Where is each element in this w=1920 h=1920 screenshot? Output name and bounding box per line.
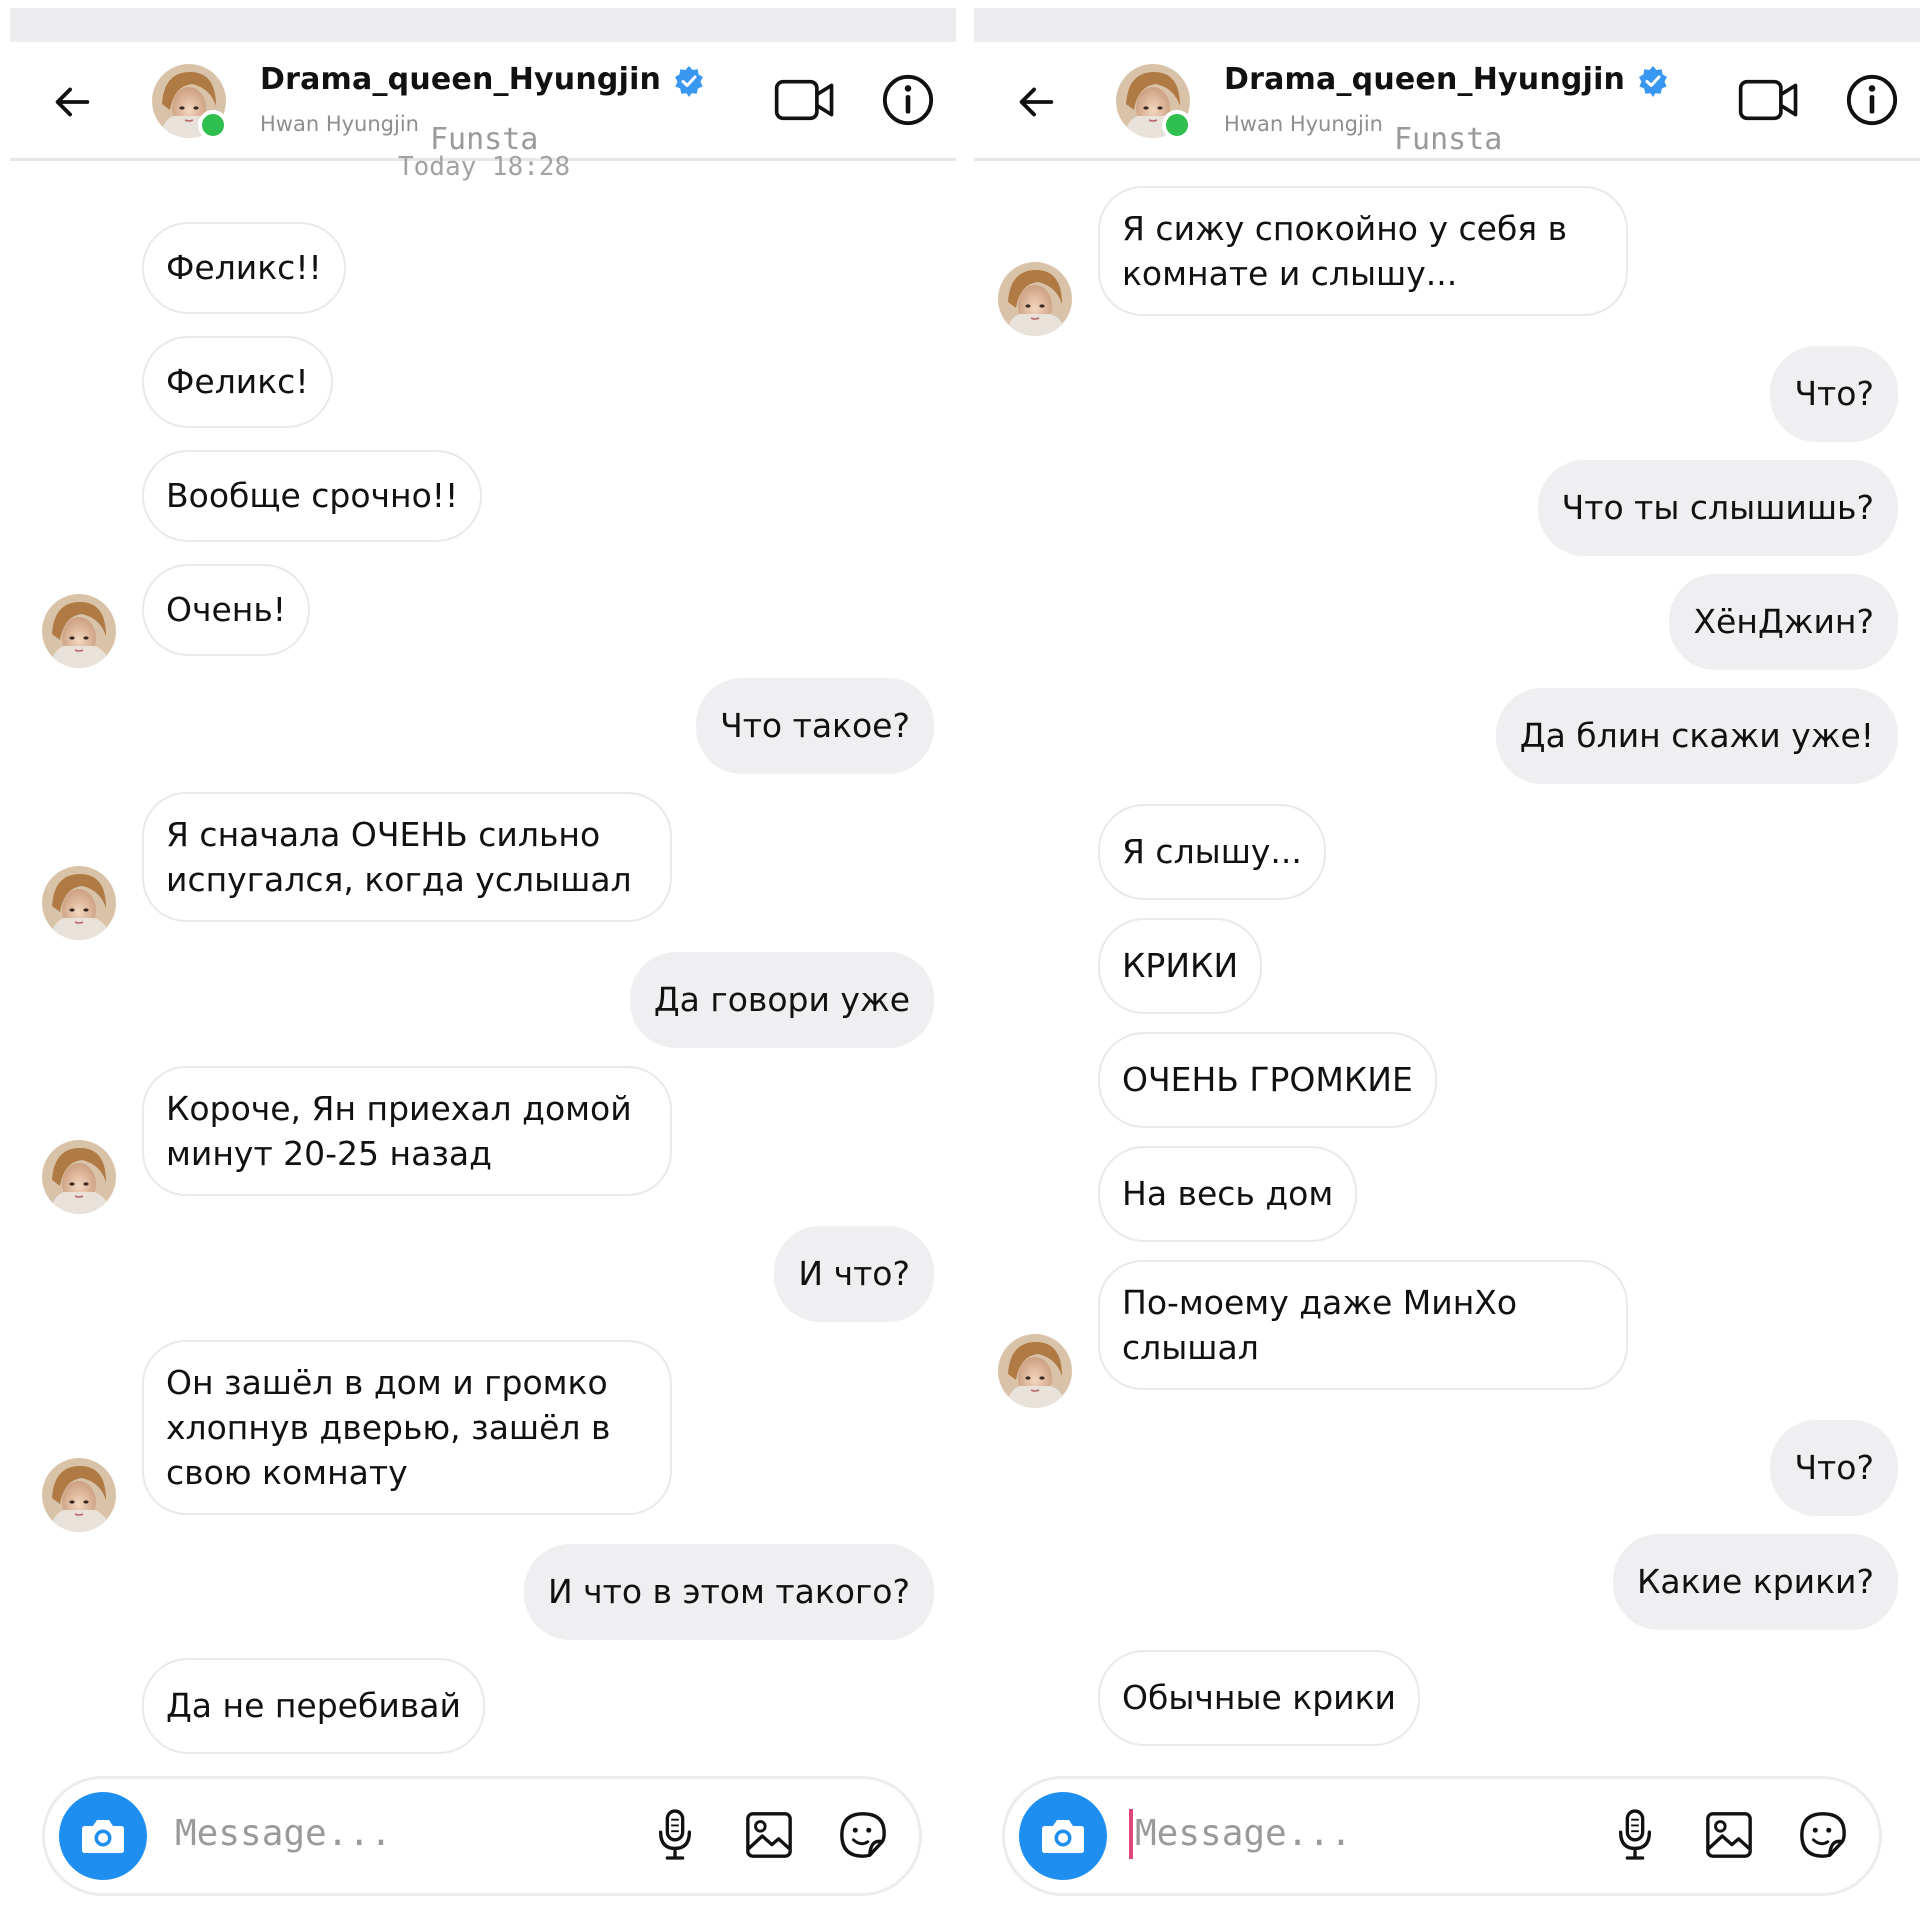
chat-header: Drama_queen_Hyungjin Hwan Hyungjin Funst… <box>974 42 1920 161</box>
message-bubble-incoming[interactable]: Да не перебивай <box>142 1658 485 1754</box>
microphone-icon[interactable] <box>645 1805 705 1865</box>
message-timestamp: Today 18:28 <box>398 152 571 182</box>
camera-icon[interactable] <box>1019 1792 1107 1880</box>
chat-header: Drama_queen_Hyungjin Hwan Hyungjin Funst… <box>10 42 956 161</box>
sender-avatar[interactable] <box>42 1458 116 1532</box>
sender-avatar[interactable] <box>998 1334 1072 1408</box>
message-bubble-outgoing[interactable]: Да блин скажи уже! <box>1495 688 1898 784</box>
sticker-icon[interactable] <box>1793 1805 1853 1865</box>
text-cursor <box>1129 1809 1133 1859</box>
message-bubble-incoming[interactable]: Я сижу спокойно у себя в комнате и слышу… <box>1098 186 1628 316</box>
online-status-dot <box>198 110 228 140</box>
message-bubble-incoming[interactable]: По-моему даже МинХо слышал <box>1098 1260 1628 1390</box>
sender-avatar[interactable] <box>42 1140 116 1214</box>
gallery-icon[interactable] <box>1699 1805 1759 1865</box>
message-bubble-outgoing[interactable]: Что ты слышишь? <box>1537 460 1898 556</box>
message-bubble-incoming[interactable]: Очень! <box>142 564 311 656</box>
message-input[interactable]: Message... <box>175 1813 392 1854</box>
chat-username[interactable]: Drama_queen_Hyungjin <box>1224 62 1669 97</box>
message-bubble-outgoing[interactable]: И что? <box>774 1226 934 1322</box>
message-bubble-incoming[interactable]: Феликс! <box>142 336 333 428</box>
message-input[interactable]: Message... <box>1135 1813 1352 1854</box>
account-tag: Funsta <box>1394 122 1503 157</box>
message-bubble-incoming[interactable]: ОЧЕНЬ ГРОМКИЕ <box>1098 1032 1437 1128</box>
message-bubble-outgoing[interactable]: Что? <box>1770 1420 1898 1516</box>
status-strip <box>10 8 956 42</box>
chat-panel-left: Drama_queen_Hyungjin Hwan Hyungjin Funst… <box>0 0 956 1920</box>
back-arrow-icon[interactable] <box>44 74 100 130</box>
sender-avatar[interactable] <box>42 594 116 668</box>
info-icon[interactable] <box>876 68 940 132</box>
microphone-icon[interactable] <box>1605 1805 1665 1865</box>
online-status-dot <box>1162 110 1192 140</box>
camera-icon[interactable] <box>59 1792 147 1880</box>
gallery-icon[interactable] <box>739 1805 799 1865</box>
message-bubble-incoming[interactable]: На весь дом <box>1098 1146 1358 1242</box>
verified-badge-icon <box>1637 65 1669 97</box>
message-bubble-incoming[interactable]: Я слышу... <box>1098 804 1326 900</box>
chat-real-name: Hwan Hyungjin <box>260 112 419 136</box>
message-bubble-incoming[interactable]: КРИКИ <box>1098 918 1263 1014</box>
sender-avatar[interactable] <box>42 866 116 940</box>
message-bubble-incoming[interactable]: Обычные крики <box>1098 1650 1421 1746</box>
message-composer: Message... <box>42 1776 922 1896</box>
chat-real-name: Hwan Hyungjin <box>1224 112 1383 136</box>
message-bubble-outgoing[interactable]: И что в этом такого? <box>523 1544 934 1640</box>
message-bubble-incoming[interactable]: Вообще срочно!! <box>142 450 483 542</box>
message-bubble-outgoing[interactable]: Что такое? <box>696 678 934 774</box>
header-avatar[interactable] <box>152 64 228 140</box>
video-call-icon[interactable] <box>770 68 840 132</box>
back-arrow-icon[interactable] <box>1008 74 1064 130</box>
info-icon[interactable] <box>1840 68 1904 132</box>
message-bubble-incoming[interactable]: Короче, Ян приехал домой минут 20-25 наз… <box>142 1066 672 1196</box>
message-bubble-outgoing[interactable]: ХёнДжин? <box>1669 574 1898 670</box>
message-bubble-outgoing[interactable]: Да говори уже <box>629 952 934 1048</box>
chat-panel-right: Drama_queen_Hyungjin Hwan Hyungjin Funst… <box>964 0 1920 1920</box>
header-avatar[interactable] <box>1116 64 1192 140</box>
message-bubble-outgoing[interactable]: Что? <box>1770 346 1898 442</box>
message-composer: Message... <box>1002 1776 1882 1896</box>
message-bubble-incoming[interactable]: Он зашёл в дом и громко хлопнув дверью, … <box>142 1340 672 1515</box>
video-call-icon[interactable] <box>1734 68 1804 132</box>
message-bubble-outgoing[interactable]: Какие крики? <box>1612 1534 1898 1630</box>
message-bubble-incoming[interactable]: Феликс!! <box>142 222 346 314</box>
sender-avatar[interactable] <box>998 262 1072 336</box>
sticker-icon[interactable] <box>833 1805 893 1865</box>
message-bubble-incoming[interactable]: Я сначала ОЧЕНЬ сильно испугался, когда … <box>142 792 672 922</box>
verified-badge-icon <box>673 65 705 97</box>
status-strip <box>974 8 1920 42</box>
chat-username[interactable]: Drama_queen_Hyungjin <box>260 62 705 97</box>
